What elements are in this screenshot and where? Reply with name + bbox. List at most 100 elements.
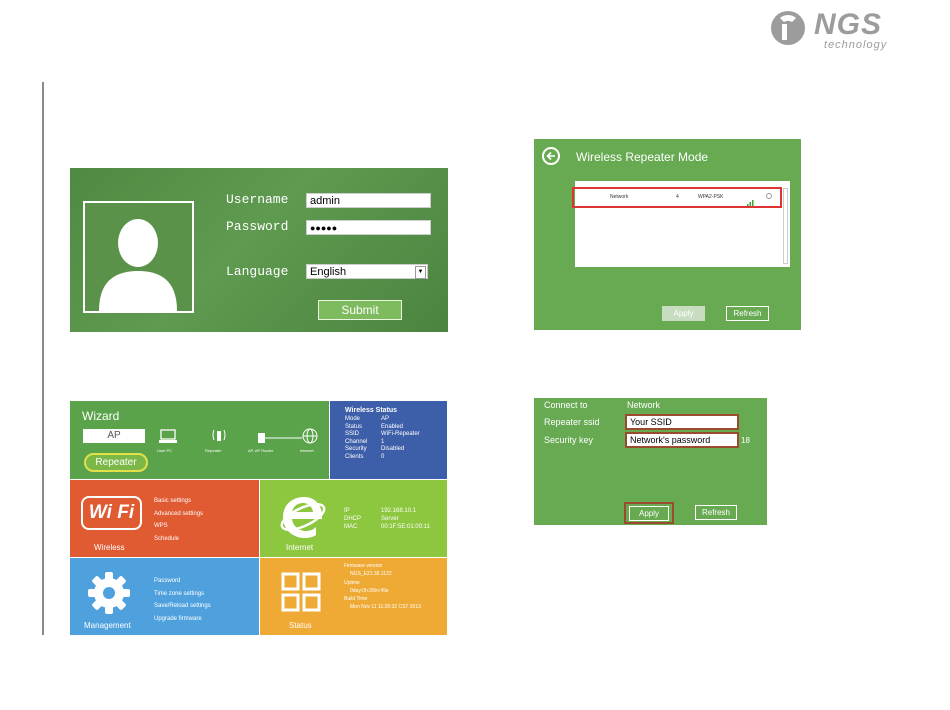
link-save-reload[interactable]: Save/Reload settings — [154, 600, 211, 613]
status-value: 1 — [381, 438, 385, 445]
connect-to-value: Network — [627, 400, 661, 410]
row-channel: 4 — [676, 194, 679, 200]
internet-key: DHCP — [344, 516, 362, 522]
ngs-logo-icon — [771, 11, 805, 45]
status-value: Enabled — [381, 423, 404, 430]
username-field[interactable]: admin — [306, 193, 431, 208]
repeater-ssid-label: Repeater ssid — [544, 417, 600, 427]
divider — [42, 82, 44, 635]
internet-key: IP — [344, 508, 350, 514]
status-value: 0 — [381, 453, 385, 460]
status-value: WiFi-Repeater — [381, 431, 420, 437]
language-label: Language — [226, 264, 289, 279]
internet-value: 192.168.10.1 — [381, 508, 417, 514]
apply-button[interactable]: Apply — [629, 506, 669, 521]
management-tile[interactable]: Management Password Time zone settings S… — [70, 558, 259, 635]
status-value: AP — [381, 416, 390, 422]
build-time-value: Mon Nov 11 11:35:32 CST 2013 — [350, 604, 421, 611]
wizard-tile: Wizard AP Repeater User PC Repeater AP, … — [70, 401, 329, 479]
internet-value: 00:1F:5E:01:00:11 — [381, 524, 430, 530]
brand-sub: technology — [824, 39, 888, 51]
diagram-internet: Internet — [300, 448, 314, 453]
link-password[interactable]: Password — [154, 575, 211, 588]
wireless-status-tile: Wireless Status Mode Status SSID Channel… — [330, 401, 447, 479]
link-time-zone[interactable]: Time zone settings — [154, 588, 211, 601]
ap-mode-button[interactable]: AP — [83, 429, 145, 443]
key-length: 18 — [741, 436, 750, 445]
row-ssid: Network — [610, 194, 629, 200]
select-radio[interactable] — [766, 193, 772, 199]
brand-name: NGS — [814, 8, 883, 41]
wifi-logo-icon: Wi Fi — [81, 496, 142, 530]
repeater-mode-button[interactable]: Repeater — [84, 453, 148, 472]
apply-button-disabled[interactable]: Apply — [662, 306, 705, 321]
link-basic-settings[interactable]: Basic settings — [154, 495, 203, 508]
status-label: Status — [289, 621, 312, 630]
management-links: Password Time zone settings Save/Reload … — [154, 575, 211, 625]
password-label: Password — [226, 219, 289, 234]
signal-icon — [747, 193, 755, 206]
wireless-links: Basic settings Advanced settings WPS Sch… — [154, 495, 203, 545]
link-wps[interactable]: WPS — [154, 520, 203, 533]
chevron-down-icon[interactable]: ▼ — [415, 266, 426, 279]
security-key-field[interactable]: Network's password — [625, 432, 739, 448]
connect-to-label: Connect to — [544, 400, 588, 410]
status-key: Mode — [345, 416, 361, 422]
repeater-mode-title: Wireless Repeater Mode — [576, 150, 709, 164]
firmware-label: Firmware version — [344, 563, 383, 569]
internet-tile[interactable]: Internet IP DHCP MAC 192.168.10.1 Server… — [260, 480, 447, 557]
status-key: Security — [345, 446, 367, 452]
language-value: English — [310, 266, 347, 278]
diagram-user-pc: User PC — [157, 448, 173, 453]
repeater-mode-panel: Wireless Repeater Mode SSID Channel Secu… — [534, 139, 801, 330]
avatar — [83, 201, 194, 313]
refresh-button[interactable]: Refresh — [695, 505, 737, 520]
refresh-button[interactable]: Refresh — [726, 306, 769, 321]
internet-label: Internet — [286, 543, 314, 552]
status-key: Status — [345, 423, 363, 430]
connect-panel: Connect to Network Repeater ssid Your SS… — [534, 398, 767, 525]
status-grid-icon — [280, 571, 322, 613]
status-key: Channel — [345, 438, 368, 445]
repeater-icon — [211, 427, 227, 445]
username-label: Username — [226, 192, 289, 207]
globe-icon — [302, 428, 318, 444]
wizard-title: Wizard — [82, 409, 120, 423]
table-row[interactable]: Network 4 WPA2-PSK — [572, 187, 782, 208]
wireless-status-title: Wireless Status — [345, 407, 398, 414]
firmware-value: NGS_E21.38.1122 — [350, 571, 392, 578]
build-time-label: Build Time — [344, 596, 368, 603]
status-key: Clients — [345, 453, 364, 460]
submit-button[interactable]: Submit — [318, 300, 402, 320]
uptime-label: Uptime — [344, 579, 360, 586]
row-security: WPA2-PSK — [698, 194, 724, 200]
apply-highlight: Apply — [624, 502, 674, 524]
internet-keys: IP DHCP MAC — [344, 507, 361, 531]
internet-key: MAC — [344, 524, 358, 530]
status-values: AP Enabled WiFi-Repeater 1 Disabled 0 — [381, 416, 420, 461]
status-info: Firmware version NGS_E21.38.1122 Uptime … — [344, 562, 421, 612]
wireless-label: Wireless — [94, 543, 125, 552]
scrollbar[interactable] — [783, 188, 788, 264]
user-pc-icon — [159, 429, 179, 443]
diagram-repeater: Repeater — [205, 448, 222, 453]
login-panel: Username admin Password ●●●●● Language E… — [70, 168, 448, 332]
wireless-tile[interactable]: Wi Fi Wireless Basic settings Advanced s… — [70, 480, 259, 557]
ngs-logo: NGS technology — [768, 6, 918, 56]
link-schedule[interactable]: Schedule — [154, 533, 203, 546]
internet-value: Server — [381, 516, 399, 522]
link-advanced-settings[interactable]: Advanced settings — [154, 508, 203, 521]
link-upgrade-firmware[interactable]: Upgrade firmware — [154, 613, 211, 626]
status-keys: Mode Status SSID Channel Security Client… — [345, 416, 367, 461]
internet-explorer-icon — [278, 489, 326, 539]
gear-icon — [86, 570, 132, 616]
security-key-label: Security key — [544, 435, 594, 445]
password-field[interactable]: ●●●●● — [306, 220, 431, 235]
diagram-ap-router: AP, AP Router — [248, 448, 274, 453]
language-select[interactable]: English ▼ — [306, 264, 428, 279]
back-arrow-icon[interactable] — [542, 147, 560, 165]
user-silhouette-icon — [85, 203, 192, 311]
repeater-ssid-field[interactable]: Your SSID — [625, 414, 739, 430]
status-tile[interactable]: Status Firmware version NGS_E21.38.1122 … — [260, 558, 447, 635]
status-value: Disabled — [381, 446, 405, 452]
